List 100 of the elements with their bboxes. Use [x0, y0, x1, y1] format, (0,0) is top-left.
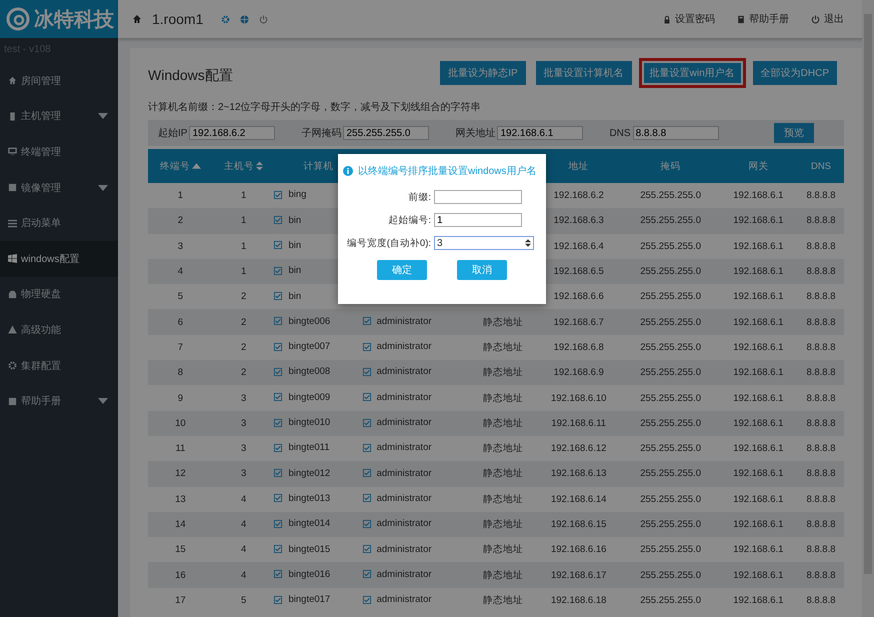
field-label: 编号宽度(自动补0): — [346, 236, 432, 250]
sidebar-item[interactable]: 启动菜单 — [0, 205, 118, 241]
table-cell: administrator — [376, 544, 432, 555]
table-cell: 8.8.8.8 — [806, 494, 836, 505]
table-cell: 静态地址 — [483, 544, 524, 556]
table-cell: 4 — [241, 544, 246, 556]
column-header[interactable]: 网关 — [748, 160, 768, 172]
table-cell: 255.255.255.0 — [640, 342, 701, 353]
sidebar-item[interactable]: 高级功能 — [0, 312, 118, 348]
field-label: 子网掩码 — [301, 127, 342, 140]
header-link[interactable]: 设置密码 — [663, 12, 715, 26]
preview-button[interactable]: 预览 — [774, 123, 814, 143]
table-cell: 192.168.6.18 — [550, 594, 606, 606]
table-cell: 192.168.6.1 — [733, 367, 784, 378]
table-cell: 3 — [178, 240, 184, 252]
table-cell: bingte009 — [288, 392, 330, 403]
table-cell: 255.255.255.0 — [640, 468, 701, 480]
table-cell: 静态地址 — [483, 570, 524, 581]
sidebar-item[interactable]: 房间管理 — [0, 63, 118, 99]
table-cell: bingte011 — [288, 442, 330, 454]
table-cell: bingte013 — [288, 492, 330, 504]
table-cell: bin — [288, 290, 302, 302]
input-field[interactable]: 192.168.6.2 — [189, 126, 276, 140]
input-field[interactable]: 255.255.255.0 — [343, 126, 430, 140]
table-cell: 192.168.6.10 — [550, 392, 606, 404]
table-cell: 静态地址 — [483, 418, 524, 429]
header-link[interactable]: 帮助手册 — [737, 12, 789, 26]
table-cell: 192.168.6.1 — [733, 544, 784, 556]
table-cell: 8.8.8.8 — [806, 367, 836, 378]
table-cell: 静态地址 — [483, 392, 524, 404]
table-cell: 4 — [241, 570, 246, 581]
header-link[interactable]: 退出 — [811, 12, 844, 26]
dialog-title: 以终端编号排序批量设置windows用户名 — [358, 164, 536, 178]
table-cell: 8.8.8.8 — [806, 519, 836, 530]
table-cell: 255.255.255.0 — [640, 291, 701, 302]
field-label: 网关地址 — [455, 126, 496, 140]
table-cell: 192.168.6.1 — [733, 418, 784, 429]
table-cell: 192.168.6.1 — [733, 570, 784, 581]
table-cell: 6 — [178, 316, 184, 328]
input-field[interactable]: 1 — [434, 213, 522, 227]
table-cell: 192.168.6.1 — [733, 443, 784, 454]
table-cell: 192.168.6.1 — [733, 291, 784, 302]
table-cell: bin — [288, 265, 302, 276]
table-cell: 255.255.255.0 — [640, 594, 701, 606]
action-button[interactable]: 批量设为静态IP — [437, 58, 529, 88]
number-field[interactable]: 3 — [434, 236, 534, 250]
table-cell: 1 — [241, 215, 246, 226]
table-cell: 192.168.6.1 — [733, 240, 784, 252]
table-cell: 9 — [178, 392, 184, 404]
column-header[interactable]: DNS — [810, 160, 832, 172]
table-cell: 192.168.6.1 — [733, 494, 784, 505]
table-cell: 静态地址 — [483, 468, 524, 480]
table-cell: bing — [288, 189, 306, 200]
table-cell: 192.168.6.2 — [554, 190, 604, 202]
table-cell: administrator — [376, 316, 432, 327]
column-header[interactable]: 掩码 — [660, 160, 681, 172]
table-cell: 8 — [178, 367, 184, 378]
sidebar-item[interactable]: windows配置 — [0, 240, 118, 277]
table-cell: 2 — [241, 291, 246, 302]
table-cell: 8.8.8.8 — [806, 392, 836, 404]
table-cell: 8.8.8.8 — [806, 468, 836, 480]
sidebar-item[interactable]: 终端管理 — [0, 134, 118, 170]
sidebar-item[interactable]: 集群配置 — [0, 348, 118, 384]
table-cell: 255.255.255.0 — [640, 392, 701, 404]
table-cell: 192.168.6.11 — [551, 418, 606, 429]
table-cell: 3 — [241, 418, 246, 429]
input-field[interactable]: 192.168.6.1 — [497, 126, 584, 140]
dialog-button[interactable]: 取消 — [457, 260, 507, 280]
sidebar-item[interactable]: 帮助手册 — [0, 383, 118, 419]
table-cell: bingte007 — [288, 341, 330, 352]
table-cell: 8.8.8.8 — [806, 190, 836, 202]
table-cell: 192.168.6.1 — [733, 190, 784, 202]
column-header[interactable]: 计算机 — [304, 160, 334, 172]
table-cell: administrator — [376, 341, 432, 352]
table-cell: 静态地址 — [483, 367, 524, 378]
table-cell: 192.168.6.1 — [733, 266, 784, 278]
action-button[interactable]: 批量设置win用户名 — [638, 58, 746, 88]
table-cell: 192.168.6.1 — [733, 594, 784, 606]
field-label: 起始编号: — [387, 214, 432, 226]
table-cell: 3 — [241, 468, 246, 480]
table-cell: bingte015 — [288, 544, 330, 555]
table-cell: 7 — [178, 342, 184, 353]
table-cell: 192.168.6.6 — [554, 291, 604, 302]
table-cell: bingte012 — [288, 468, 330, 479]
table-cell: 8.8.8.8 — [806, 443, 836, 454]
sidebar-item[interactable]: 主机管理 — [0, 98, 118, 134]
table-cell: 13 — [175, 494, 186, 505]
table-cell: bingte010 — [288, 417, 330, 428]
column-header[interactable]: 地址 — [568, 160, 589, 172]
table-cell: 16 — [175, 570, 186, 581]
table-cell: 静态地址 — [483, 342, 524, 353]
table-cell: bin — [288, 214, 302, 226]
sidebar-item[interactable]: 物理硬盘 — [0, 276, 118, 312]
table-cell: 192.168.6.1 — [733, 519, 784, 530]
room-name: 1.room1 — [152, 11, 204, 27]
table-cell: 192.168.6.14 — [550, 494, 606, 505]
sidebar-item[interactable]: 镜像管理 — [0, 170, 118, 206]
input-field[interactable]: 8.8.8.8 — [632, 126, 719, 140]
field-label: DNS — [609, 128, 631, 138]
dialog-button[interactable]: 确定 — [377, 260, 427, 280]
